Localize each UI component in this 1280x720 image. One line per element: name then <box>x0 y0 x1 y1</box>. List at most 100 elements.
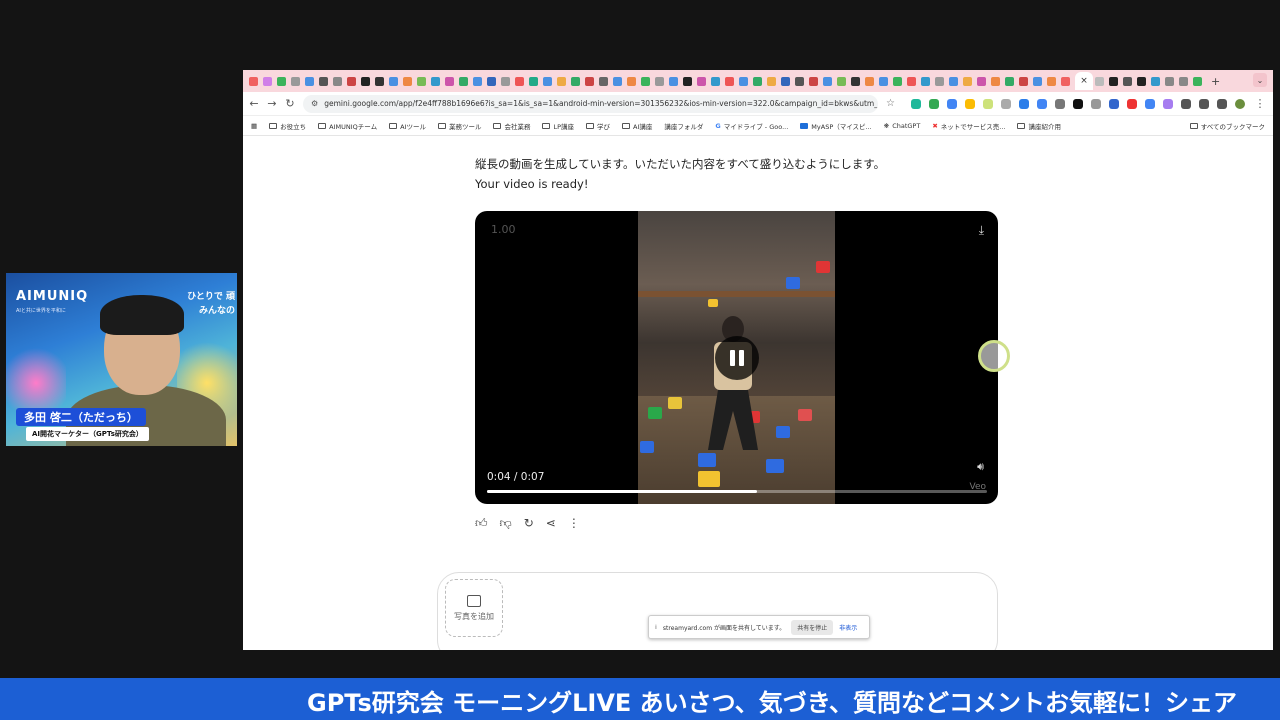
bookmark-item[interactable]: 講座フォルダ <box>664 121 703 131</box>
tab-favicon[interactable] <box>1109 76 1118 86</box>
bookmark-folder[interactable]: LP講座 <box>542 121 574 131</box>
tab-favicon[interactable] <box>739 76 748 86</box>
extension-icon[interactable] <box>1145 98 1156 109</box>
tab-favicon[interactable] <box>935 76 944 86</box>
tab-favicon[interactable] <box>1061 76 1070 86</box>
tab-favicon[interactable] <box>949 76 958 86</box>
bookmark-folder[interactable]: 講座紹介用 <box>1017 121 1061 131</box>
tab-favicon[interactable] <box>795 76 804 86</box>
extension-icon[interactable] <box>1127 98 1138 109</box>
add-photo-button[interactable]: 写真を追加 <box>445 579 503 637</box>
bookmark-folder[interactable]: AIMUNIQチーム <box>318 121 377 131</box>
bookmark-folder[interactable]: お役立ち <box>269 121 306 131</box>
tab-favicon[interactable] <box>613 76 622 86</box>
bookmark-folder[interactable]: 業務ツール <box>437 121 481 131</box>
tab-favicon[interactable] <box>1179 76 1188 86</box>
bookmark-folder[interactable]: 学び <box>586 121 610 131</box>
bookmark-star-icon[interactable]: ☆ <box>886 98 895 109</box>
back-icon[interactable]: ← <box>249 97 259 110</box>
tab-favicon[interactable] <box>991 76 1000 86</box>
tab-favicon[interactable] <box>697 76 706 86</box>
extension-icon[interactable] <box>1109 98 1120 109</box>
tab-favicon[interactable] <box>1033 76 1042 86</box>
tab-favicon[interactable] <box>487 76 496 86</box>
tab-favicon[interactable] <box>599 76 608 86</box>
bookmark-item[interactable]: ✖ ネットでサービス売... <box>932 121 1005 131</box>
stop-sharing-button[interactable]: 共有を停止 <box>791 619 834 635</box>
tab-favicon[interactable] <box>725 76 734 86</box>
tab-favicon[interactable] <box>291 76 300 86</box>
address-bar[interactable]: ⚙ gemini.google.com/app/f2e4ff788b1696e6… <box>303 94 879 113</box>
tab-favicon[interactable] <box>767 76 776 86</box>
tab-favicon[interactable] <box>585 76 594 86</box>
tab-favicon[interactable] <box>319 76 328 86</box>
tab-favicon[interactable] <box>389 76 398 86</box>
extension-icon[interactable] <box>947 98 958 109</box>
download-icon[interactable]: ⤓ <box>979 223 984 238</box>
active-tab-close[interactable]: × <box>1075 72 1093 90</box>
tab-favicon[interactable] <box>1005 76 1014 86</box>
tab-favicon[interactable] <box>1123 76 1132 86</box>
tab-favicon[interactable] <box>963 76 972 86</box>
video-progress[interactable] <box>487 490 987 493</box>
tab-favicon[interactable] <box>837 76 846 86</box>
tab-favicon[interactable] <box>459 76 468 86</box>
tab-favicon[interactable] <box>921 76 930 86</box>
reload-icon[interactable]: ↻ <box>285 97 295 110</box>
tab-favicon[interactable] <box>851 76 860 86</box>
tab-favicon[interactable] <box>473 76 482 86</box>
forward-icon[interactable]: → <box>267 97 277 110</box>
extension-icon[interactable] <box>983 98 994 109</box>
tab-favicon[interactable] <box>1165 76 1174 86</box>
tab-favicon[interactable] <box>431 76 440 86</box>
tab-favicon[interactable] <box>347 76 356 86</box>
tab-favicon[interactable] <box>529 76 538 86</box>
hide-button[interactable]: 非表示 <box>839 623 857 632</box>
tab-favicon[interactable] <box>375 76 384 86</box>
tab-favicon[interactable] <box>711 76 720 86</box>
bookmark-item[interactable]: ❋ ChatGPT <box>884 122 921 130</box>
apps-icon[interactable]: ▦ <box>251 122 257 130</box>
tab-favicon[interactable] <box>809 76 818 86</box>
tab-favicon[interactable] <box>823 76 832 86</box>
more-options-icon[interactable]: ⋮ <box>568 516 580 531</box>
download-icon[interactable] <box>1199 98 1210 109</box>
tab-favicon[interactable] <box>277 76 286 86</box>
bookmark-folder[interactable]: 会社業務 <box>493 121 530 131</box>
microphone-icon[interactable] <box>1055 98 1066 109</box>
tab-favicon[interactable] <box>1151 76 1160 86</box>
bookmark-folder[interactable]: AIツール <box>389 121 426 131</box>
extensions-puzzle-icon[interactable] <box>1181 98 1192 109</box>
tab-favicon[interactable] <box>417 76 426 86</box>
tab-favicon[interactable] <box>669 76 678 86</box>
tab-search-icon[interactable] <box>1217 98 1228 109</box>
share-icon[interactable]: ⋖ <box>546 516 556 531</box>
bookmark-item[interactable]: MyASP（マイスピ... <box>800 121 872 131</box>
all-bookmarks[interactable]: すべてのブックマーク <box>1189 121 1265 131</box>
tab-favicon[interactable] <box>655 76 664 86</box>
tab-favicon[interactable] <box>571 76 580 86</box>
extension-icon[interactable] <box>1037 98 1048 109</box>
tab-favicon[interactable] <box>1095 76 1104 86</box>
tab-favicon[interactable] <box>1137 76 1146 86</box>
pause-button[interactable] <box>715 336 759 380</box>
tab-favicon[interactable] <box>683 76 692 86</box>
drag-handle-icon[interactable]: ⁞ <box>655 624 657 631</box>
volume-icon[interactable]: 🔊︎ <box>977 460 984 474</box>
tab-favicon[interactable] <box>361 76 370 86</box>
tab-favicon[interactable] <box>445 76 454 86</box>
bookmark-item[interactable]: G マイドライブ - Goo... <box>715 121 788 131</box>
tab-favicon[interactable] <box>515 76 524 86</box>
tab-favicon[interactable] <box>1193 76 1202 86</box>
tab-favicon[interactable] <box>305 76 314 86</box>
extension-icon[interactable] <box>965 98 976 109</box>
extension-icon[interactable] <box>1019 98 1030 109</box>
tab-list-icon[interactable]: ⌄ <box>1253 73 1267 87</box>
tab-favicon[interactable] <box>249 76 258 86</box>
tab-favicon[interactable] <box>543 76 552 86</box>
tab-favicon[interactable] <box>879 76 888 86</box>
video-player[interactable]: 1.00 ⤓ 0:04 / 0:07 🔊︎ Veo <box>475 211 998 504</box>
extension-icon[interactable] <box>929 98 940 109</box>
tab-favicon[interactable] <box>557 76 566 86</box>
tab-favicon[interactable] <box>977 76 986 86</box>
